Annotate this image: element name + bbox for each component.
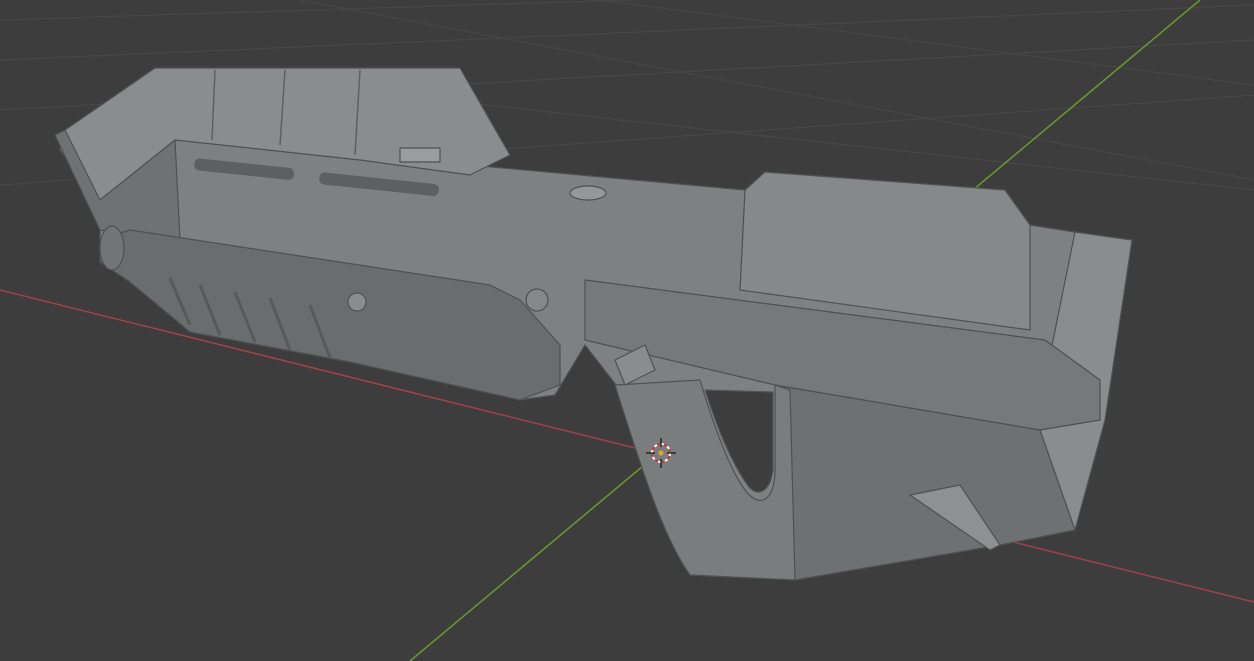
viewport-scene: [0, 0, 1254, 661]
underbarrel-muzzle: [99, 225, 125, 271]
selector-dial: [525, 288, 549, 312]
pin: [347, 292, 367, 312]
rifle-model[interactable]: [54, 67, 1133, 581]
3d-viewport[interactable]: [0, 0, 1254, 661]
charging-handle: [569, 185, 607, 201]
rail-knurl: [399, 147, 441, 163]
